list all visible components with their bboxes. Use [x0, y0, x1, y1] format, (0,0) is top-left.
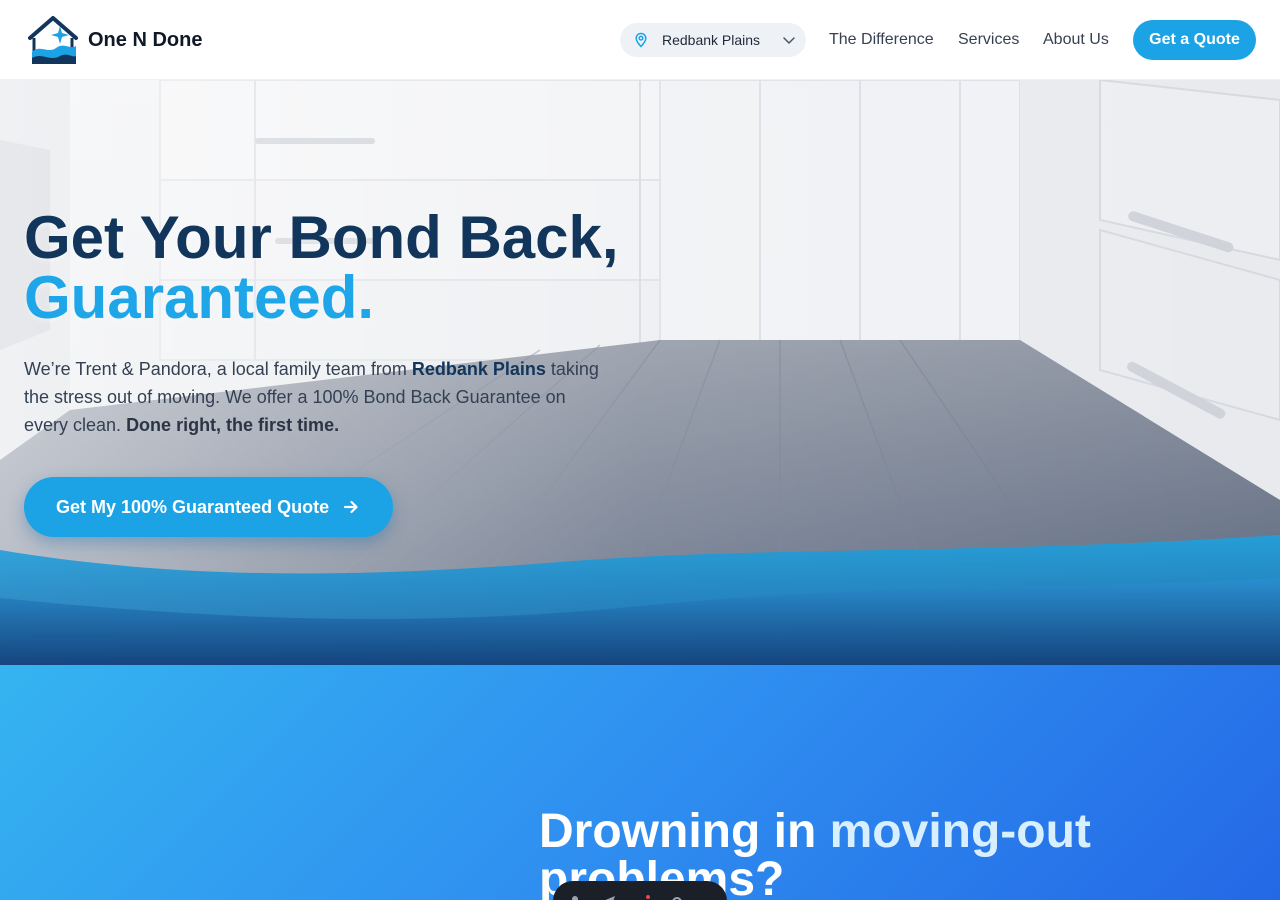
hero-tagline: Done right, the first time.	[126, 415, 340, 435]
location-select[interactable]: Redbank Plains	[620, 23, 806, 57]
hero-heading-line1: Get Your Bond Back,	[24, 204, 619, 271]
hero-section: Get Your Bond Back, Guaranteed. We’re Tr…	[0, 80, 1280, 665]
get-a-quote-button[interactable]: Get a Quote	[1133, 20, 1256, 60]
toolbar-menu-icon[interactable]	[635, 893, 651, 900]
nav-link-about-us[interactable]: About Us	[1043, 31, 1109, 49]
guaranteed-quote-button[interactable]: Get My 100% Guaranteed Quote	[24, 477, 393, 537]
toolbar-send-icon[interactable]	[601, 893, 617, 900]
location-select-value: Redbank Plains	[662, 32, 761, 48]
arrow-right-icon	[343, 500, 358, 514]
guaranteed-quote-button-label: Get My 100% Guaranteed Quote	[56, 496, 330, 517]
brand-logo-icon	[28, 16, 78, 64]
hero-heading: Get Your Bond Back, Guaranteed.	[24, 208, 619, 328]
hero-location-highlight: Redbank Plains	[411, 359, 546, 379]
problems-heading-part1: Drowning in	[539, 805, 830, 858]
problems-section: Drowning in moving-out problems?	[0, 665, 1280, 900]
toolbar-person-icon[interactable]	[567, 893, 583, 900]
hero-description: We’re Trent & Pandora, a local family te…	[24, 355, 614, 439]
floating-toolbar[interactable]	[553, 881, 727, 900]
chevron-down-icon	[783, 37, 795, 44]
toolbar-settings-icon[interactable]	[669, 893, 685, 900]
hero-description-part1: We’re Trent & Pandora, a local family te…	[24, 359, 412, 379]
brand-link[interactable]: One N Done	[24, 14, 202, 66]
hero-heading-line2: Guaranteed.	[24, 264, 375, 331]
problems-heading-accent: moving-out	[829, 805, 1091, 858]
nav-link-services[interactable]: Services	[958, 31, 1019, 49]
map-pin-icon	[635, 32, 647, 48]
nav-link-the-difference[interactable]: The Difference	[829, 31, 934, 49]
site-header: One N Done Redbank Plains The Difference…	[0, 0, 1280, 80]
brand-name: One N Done	[88, 28, 203, 51]
